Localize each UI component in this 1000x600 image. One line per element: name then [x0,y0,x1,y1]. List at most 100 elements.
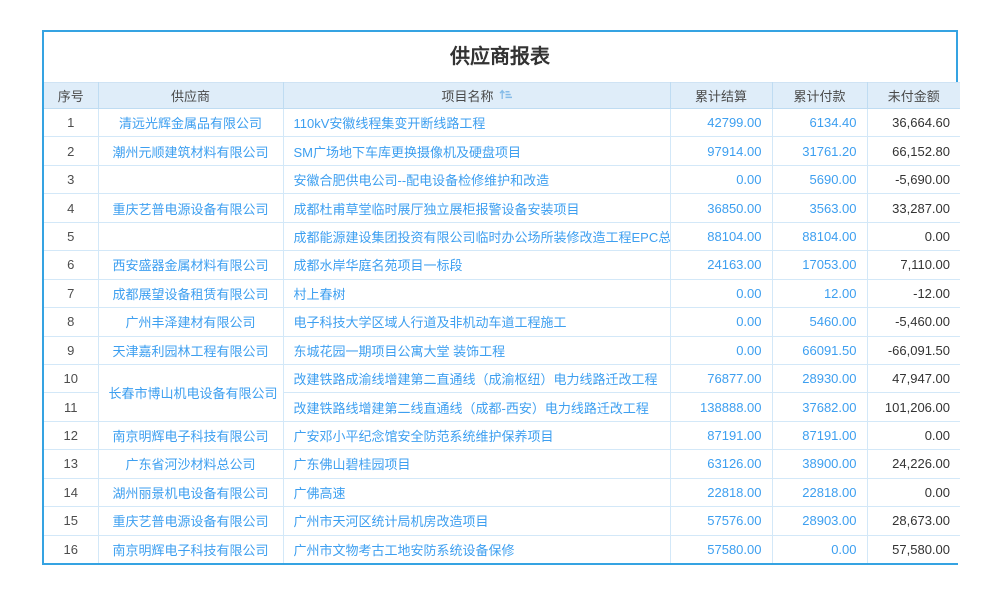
col-header-supplier-label: 供应商 [171,89,210,104]
settled-amount[interactable]: 24163.00 [670,251,772,279]
supplier-link[interactable]: 重庆艺普电源设备有限公司 [98,194,283,222]
supplier-link[interactable]: 广州丰泽建材有限公司 [98,308,283,336]
report-title: 供应商报表 [44,32,956,82]
supplier-link[interactable] [98,222,283,250]
paid-amount[interactable]: 0.00 [772,535,867,563]
supplier-link[interactable]: 西安盛器金属材料有限公司 [98,251,283,279]
col-header-no: 序号 [44,83,98,109]
project-link[interactable]: 村上春树 [283,279,670,307]
supplier-link[interactable] [98,165,283,193]
project-link[interactable]: SM广场地下车库更换摄像机及硬盘项目 [283,137,670,165]
unpaid-amount: 7,110.00 [867,251,960,279]
settled-amount[interactable]: 76877.00 [670,364,772,392]
settled-amount[interactable]: 138888.00 [670,393,772,421]
project-link[interactable]: 广州市天河区统计局机房改造项目 [283,507,670,535]
settled-amount[interactable]: 42799.00 [670,109,772,137]
supplier-link[interactable]: 清远光辉金属品有限公司 [98,109,283,137]
row-index: 3 [44,165,98,193]
supplier-link[interactable]: 南京明辉电子科技有限公司 [98,535,283,563]
project-link[interactable]: 安徽合肥供电公司--配电设备检修维护和改造 [283,165,670,193]
table-row: 12南京明辉电子科技有限公司广安邓小平纪念馆安全防范系统维护保养项目87191.… [44,421,960,449]
row-index: 10 [44,364,98,392]
project-link[interactable]: 改建铁路线增建第二线直通线（成都-西安）电力线路迁改工程 [283,393,670,421]
project-link[interactable]: 成都杜甫草堂临时展厅独立展柜报警设备安装项目 [283,194,670,222]
col-header-settled-label: 累计结算 [695,89,747,104]
unpaid-amount: 36,664.60 [867,109,960,137]
paid-amount[interactable]: 22818.00 [772,478,867,506]
project-link[interactable]: 改建铁路成渝线增建第二直通线（成渝枢纽）电力线路迁改工程 [283,364,670,392]
project-link[interactable]: 成都水岸华庭名苑项目一标段 [283,251,670,279]
unpaid-amount: 0.00 [867,421,960,449]
paid-amount[interactable]: 88104.00 [772,222,867,250]
settled-amount[interactable]: 57580.00 [670,535,772,563]
paid-amount[interactable]: 17053.00 [772,251,867,279]
settled-amount[interactable]: 97914.00 [670,137,772,165]
paid-amount[interactable]: 37682.00 [772,393,867,421]
paid-amount[interactable]: 5690.00 [772,165,867,193]
project-link[interactable]: 广佛高速 [283,478,670,506]
paid-amount[interactable]: 28903.00 [772,507,867,535]
unpaid-amount: 101,206.00 [867,393,960,421]
project-link[interactable]: 广安邓小平纪念馆安全防范系统维护保养项目 [283,421,670,449]
col-header-project[interactable]: 项目名称 [283,83,670,109]
settled-amount[interactable]: 0.00 [670,336,772,364]
row-index: 11 [44,393,98,421]
paid-amount[interactable]: 5460.00 [772,308,867,336]
settled-amount[interactable]: 88104.00 [670,222,772,250]
unpaid-amount: 33,287.00 [867,194,960,222]
paid-amount[interactable]: 6134.40 [772,109,867,137]
supplier-link[interactable]: 天津嘉利园林工程有限公司 [98,336,283,364]
paid-amount[interactable]: 28930.00 [772,364,867,392]
unpaid-amount: -5,690.00 [867,165,960,193]
table-row: 6西安盛器金属材料有限公司成都水岸华庭名苑项目一标段24163.0017053.… [44,251,960,279]
row-index: 2 [44,137,98,165]
paid-amount[interactable]: 87191.00 [772,421,867,449]
table-header-row: 序号 供应商 项目名称 累计结算 累计付款 未付金额 [44,83,960,109]
supplier-link[interactable]: 潮州元顺建筑材料有限公司 [98,137,283,165]
unpaid-amount: -5,460.00 [867,308,960,336]
project-link[interactable]: 110kV安徽线程集变开断线路工程 [283,109,670,137]
col-header-supplier: 供应商 [98,83,283,109]
unpaid-amount: 57,580.00 [867,535,960,563]
unpaid-amount: 0.00 [867,478,960,506]
paid-amount[interactable]: 3563.00 [772,194,867,222]
row-index: 12 [44,421,98,449]
paid-amount[interactable]: 12.00 [772,279,867,307]
supplier-link[interactable]: 重庆艺普电源设备有限公司 [98,507,283,535]
table-row: 3 安徽合肥供电公司--配电设备检修维护和改造0.005690.00-5,690.… [44,165,960,193]
supplier-link[interactable]: 湖州丽景机电设备有限公司 [98,478,283,506]
project-link[interactable]: 电子科技大学区域人行道及非机动车道工程施工 [283,308,670,336]
supplier-link[interactable]: 广东省河沙材料总公司 [98,450,283,478]
table-row: 1清远光辉金属品有限公司110kV安徽线程集变开断线路工程42799.00613… [44,109,960,137]
row-index: 7 [44,279,98,307]
settled-amount[interactable]: 0.00 [670,165,772,193]
row-index: 13 [44,450,98,478]
settled-amount[interactable]: 0.00 [670,279,772,307]
settled-amount[interactable]: 22818.00 [670,478,772,506]
unpaid-amount: -66,091.50 [867,336,960,364]
project-link[interactable]: 成都能源建设集团投资有限公司临时办公场所装修改造工程EPC总承包 [283,222,670,250]
unpaid-amount: 47,947.00 [867,364,960,392]
supplier-link[interactable]: 成都展望设备租赁有限公司 [98,279,283,307]
settled-amount[interactable]: 87191.00 [670,421,772,449]
paid-amount[interactable]: 31761.20 [772,137,867,165]
project-link[interactable]: 广东佛山碧桂园项目 [283,450,670,478]
sort-icon[interactable] [499,88,512,103]
settled-amount[interactable]: 36850.00 [670,194,772,222]
supplier-link[interactable]: 长春市博山机电设备有限公司 [98,364,283,421]
settled-amount[interactable]: 0.00 [670,308,772,336]
row-index: 6 [44,251,98,279]
unpaid-amount: 0.00 [867,222,960,250]
table-row: 16南京明辉电子科技有限公司广州市文物考古工地安防系统设备保修57580.000… [44,535,960,563]
table-row: 4重庆艺普电源设备有限公司成都杜甫草堂临时展厅独立展柜报警设备安装项目36850… [44,194,960,222]
supplier-link[interactable]: 南京明辉电子科技有限公司 [98,421,283,449]
paid-amount[interactable]: 66091.50 [772,336,867,364]
paid-amount[interactable]: 38900.00 [772,450,867,478]
settled-amount[interactable]: 63126.00 [670,450,772,478]
unpaid-amount: 24,226.00 [867,450,960,478]
project-link[interactable]: 东城花园一期项目公寓大堂 装饰工程 [283,336,670,364]
project-link[interactable]: 广州市文物考古工地安防系统设备保修 [283,535,670,563]
row-index: 5 [44,222,98,250]
settled-amount[interactable]: 57576.00 [670,507,772,535]
supplier-table: 序号 供应商 项目名称 累计结算 累计付款 未付金额 1清远光辉金属品有限公司1… [44,82,960,563]
